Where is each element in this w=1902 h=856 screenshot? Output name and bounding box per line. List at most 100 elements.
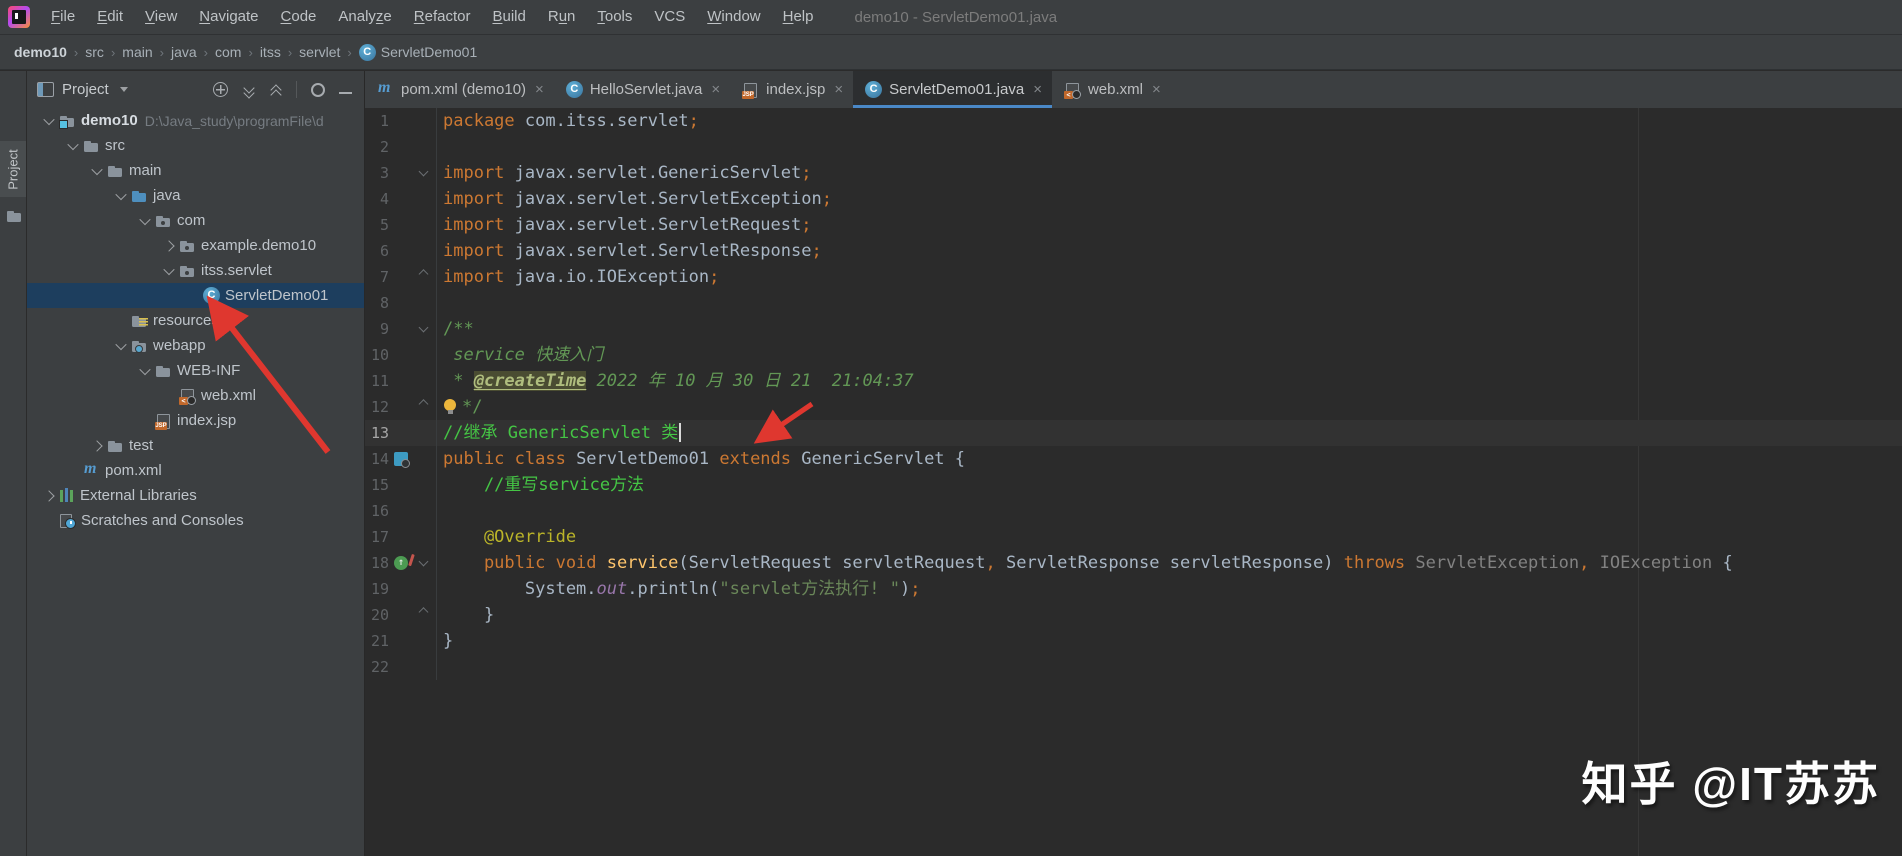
tree-item-itss-servlet[interactable]: itss.servlet	[27, 258, 364, 283]
tree-item-test[interactable]: test	[27, 433, 364, 458]
menu-item-navigate[interactable]: Navigate	[188, 8, 269, 25]
code-line-8[interactable]: 8	[365, 290, 1902, 316]
code-line-19[interactable]: 19 System.out.println("servlet方法执行! ");	[365, 576, 1902, 602]
menu-item-run[interactable]: Run	[537, 8, 587, 25]
override-marker-icon[interactable]	[394, 556, 408, 570]
line-number[interactable]: 4	[365, 186, 389, 212]
chevron-right-icon[interactable]	[39, 486, 59, 506]
chevron-down-icon[interactable]	[39, 111, 59, 131]
code-line-21[interactable]: 21}	[365, 628, 1902, 654]
line-number[interactable]: 5	[365, 212, 389, 238]
breadcrumb-item-main[interactable]: main	[122, 44, 152, 60]
code-line-20[interactable]: 20 }	[365, 602, 1902, 628]
code-editor[interactable]: 1 package com.itss.servlet; 2 3 import javax…	[365, 108, 1902, 856]
line-number[interactable]: 21	[365, 628, 389, 654]
code-line-1[interactable]: 1 package com.itss.servlet;	[365, 108, 1902, 134]
tree-item-servletdemo01[interactable]: ServletDemo01	[27, 283, 364, 308]
breadcrumb-item-servlet[interactable]: servlet	[299, 44, 340, 60]
breadcrumb-item-servletdemo01[interactable]: ServletDemo01	[358, 43, 477, 61]
tree-item-main[interactable]: main	[27, 158, 364, 183]
chevron-right-icon[interactable]	[159, 236, 179, 256]
code-line-15[interactable]: 15 //重写service方法	[365, 472, 1902, 498]
menu-item-code[interactable]: Code	[270, 8, 328, 25]
folder-icon[interactable]	[6, 208, 23, 224]
code-line-18[interactable]: 18 public void service(ServletRequest se…	[365, 550, 1902, 576]
tree-item-com[interactable]: com	[27, 208, 364, 233]
line-number[interactable]: 13	[365, 420, 389, 446]
fold-region-end-icon[interactable]	[418, 269, 429, 280]
project-panel-title[interactable]: Project	[62, 81, 109, 98]
line-number[interactable]: 18	[365, 550, 389, 576]
menu-item-help[interactable]: Help	[772, 8, 825, 25]
code-line-11[interactable]: 11 * @createTime 2022 年 10 月 30 日 21 21:…	[365, 368, 1902, 394]
tree-item-demo10[interactable]: demo10 D:\Java_study\programFile\d	[27, 108, 364, 133]
close-icon[interactable]: ×	[834, 82, 843, 97]
breadcrumb-item-com[interactable]: com	[215, 44, 241, 60]
menu-item-view[interactable]: View	[134, 8, 188, 25]
chevron-down-icon[interactable]	[135, 211, 155, 231]
collapse-all-icon[interactable]	[269, 83, 282, 101]
line-number[interactable]: 16	[365, 498, 389, 524]
line-number[interactable]: 3	[365, 160, 389, 186]
tab-index-jsp[interactable]: JSP index.jsp ×	[730, 71, 853, 108]
line-number[interactable]: 1	[365, 108, 389, 134]
close-icon[interactable]: ×	[1152, 82, 1161, 97]
tab-servletdemo01-java[interactable]: ServletDemo01.java ×	[853, 71, 1052, 108]
chevron-down-icon[interactable]	[135, 361, 155, 381]
code-line-13[interactable]: 13 //继承 GenericServlet 类	[365, 420, 1902, 446]
line-number[interactable]: 19	[365, 576, 389, 602]
line-number[interactable]: 6	[365, 238, 389, 264]
code-line-9[interactable]: 9 /**	[365, 316, 1902, 342]
tab-helloservlet-java[interactable]: HelloServlet.java ×	[554, 71, 730, 108]
intention-bulb-icon[interactable]	[443, 399, 458, 414]
chevron-down-icon[interactable]	[63, 136, 83, 156]
line-number[interactable]: 20	[365, 602, 389, 628]
line-number[interactable]: 22	[365, 654, 389, 680]
tree-item-java[interactable]: java	[27, 183, 364, 208]
close-icon[interactable]: ×	[535, 82, 544, 97]
breadcrumb-item-itss[interactable]: itss	[260, 44, 281, 60]
chevron-down-icon[interactable]	[111, 336, 131, 356]
line-number[interactable]: 11	[365, 368, 389, 394]
menu-item-file[interactable]: File	[40, 8, 86, 25]
line-number[interactable]: 2	[365, 134, 389, 160]
expand-all-icon[interactable]	[242, 81, 255, 99]
locate-file-icon[interactable]	[213, 82, 228, 97]
chevron-right-icon[interactable]	[87, 436, 107, 456]
hide-panel-icon[interactable]	[339, 92, 352, 94]
tree-item-webapp[interactable]: webapp	[27, 333, 364, 358]
code-line-16[interactable]: 16	[365, 498, 1902, 524]
code-line-17[interactable]: 17 @Override	[365, 524, 1902, 550]
tab-web-xml[interactable]: < web.xml ×	[1052, 71, 1171, 108]
menu-item-refactor[interactable]: Refactor	[403, 8, 482, 25]
tree-item-example-demo10[interactable]: example.demo10	[27, 233, 364, 258]
line-number[interactable]: 7	[365, 264, 389, 290]
tree-item-web-inf[interactable]: WEB-INF	[27, 358, 364, 383]
tab-pom-xml-demo10-[interactable]: pom.xml (demo10) ×	[365, 71, 554, 108]
tree-item-web-xml[interactable]: < web.xml	[27, 383, 364, 408]
code-line-22[interactable]: 22	[365, 654, 1902, 680]
code-line-5[interactable]: 5 import javax.servlet.ServletRequest;	[365, 212, 1902, 238]
line-number[interactable]: 14	[365, 446, 389, 472]
menu-item-analyze[interactable]: Analyze	[327, 8, 402, 25]
menu-item-build[interactable]: Build	[481, 8, 536, 25]
code-line-7[interactable]: 7 import java.io.IOException;	[365, 264, 1902, 290]
stripe-tab-project[interactable]: Project	[0, 141, 26, 197]
line-number[interactable]: 15	[365, 472, 389, 498]
chevron-down-icon[interactable]	[111, 186, 131, 206]
menu-item-vcs[interactable]: VCS	[643, 8, 696, 25]
chevron-down-icon[interactable]	[159, 261, 179, 281]
chevron-down-icon[interactable]	[87, 161, 107, 181]
tree-item-scratches-and-consoles[interactable]: Scratches and Consoles	[27, 508, 364, 533]
breadcrumb-item-src[interactable]: src	[85, 44, 104, 60]
breadcrumb-item-demo10[interactable]: demo10	[14, 44, 67, 60]
line-number[interactable]: 12	[365, 394, 389, 420]
line-number[interactable]: 9	[365, 316, 389, 342]
code-line-10[interactable]: 10 service 快速入门	[365, 342, 1902, 368]
line-number[interactable]: 17	[365, 524, 389, 550]
line-number[interactable]: 8	[365, 290, 389, 316]
tree-item-resources[interactable]: resources	[27, 308, 364, 333]
breadcrumb-item-java[interactable]: java	[171, 44, 197, 60]
fold-region-start-icon[interactable]	[418, 556, 429, 567]
line-number[interactable]: 10	[365, 342, 389, 368]
